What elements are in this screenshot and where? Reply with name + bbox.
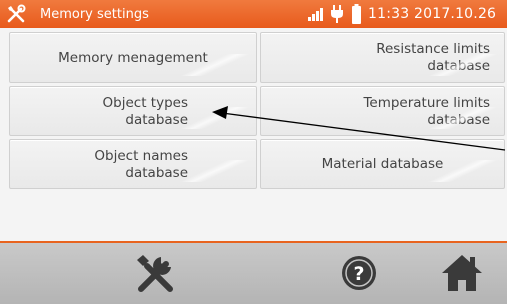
resistance-limits-label: Resistance limits database: [376, 41, 490, 75]
resistance-limits-line1: Resistance limits: [376, 41, 490, 57]
tools-icon: [137, 255, 173, 292]
help-button[interactable]: ?: [339, 253, 379, 293]
home-icon: [442, 255, 482, 291]
status-bar: Memory settings 11:33 2017.10.26: [0, 0, 507, 28]
plug-icon: [331, 5, 343, 23]
material-database-label: Material database: [321, 156, 444, 172]
object-names-line1: Object names: [94, 148, 188, 164]
settings-tools-button[interactable]: [133, 251, 177, 295]
object-types-database-button[interactable]: Object types database: [9, 86, 257, 136]
memory-management-button[interactable]: Memory menagement: [9, 32, 257, 83]
home-button[interactable]: [440, 251, 484, 295]
tools-icon: [7, 4, 26, 23]
temperature-limits-database-button[interactable]: Temperature limits database: [260, 86, 505, 136]
object-names-label: Object names database: [94, 148, 188, 182]
object-types-label: Object types database: [103, 95, 188, 129]
object-names-database-button[interactable]: Object names database: [9, 139, 257, 189]
object-types-line1: Object types: [102, 95, 188, 111]
resistance-limits-database-button[interactable]: Resistance limits database: [260, 32, 505, 83]
resistance-limits-line2: database: [427, 58, 490, 74]
object-types-line2: database: [125, 112, 188, 128]
temperature-limits-label: Temperature limits database: [363, 95, 490, 129]
memory-management-label: Memory menagement: [58, 50, 208, 66]
window-title: Memory settings: [40, 7, 149, 22]
svg-text:?: ?: [353, 263, 364, 285]
material-database-button[interactable]: Material database: [260, 139, 505, 189]
signal-icon: [308, 8, 323, 21]
battery-icon: [352, 4, 361, 24]
datetime: 11:33 2017.10.26: [368, 6, 497, 22]
bottom-toolbar: ?: [0, 243, 507, 304]
temperature-limits-line2: database: [427, 112, 490, 128]
temperature-limits-line1: Temperature limits: [363, 95, 490, 111]
object-names-line2: database: [125, 165, 188, 181]
help-icon: ?: [342, 256, 376, 290]
